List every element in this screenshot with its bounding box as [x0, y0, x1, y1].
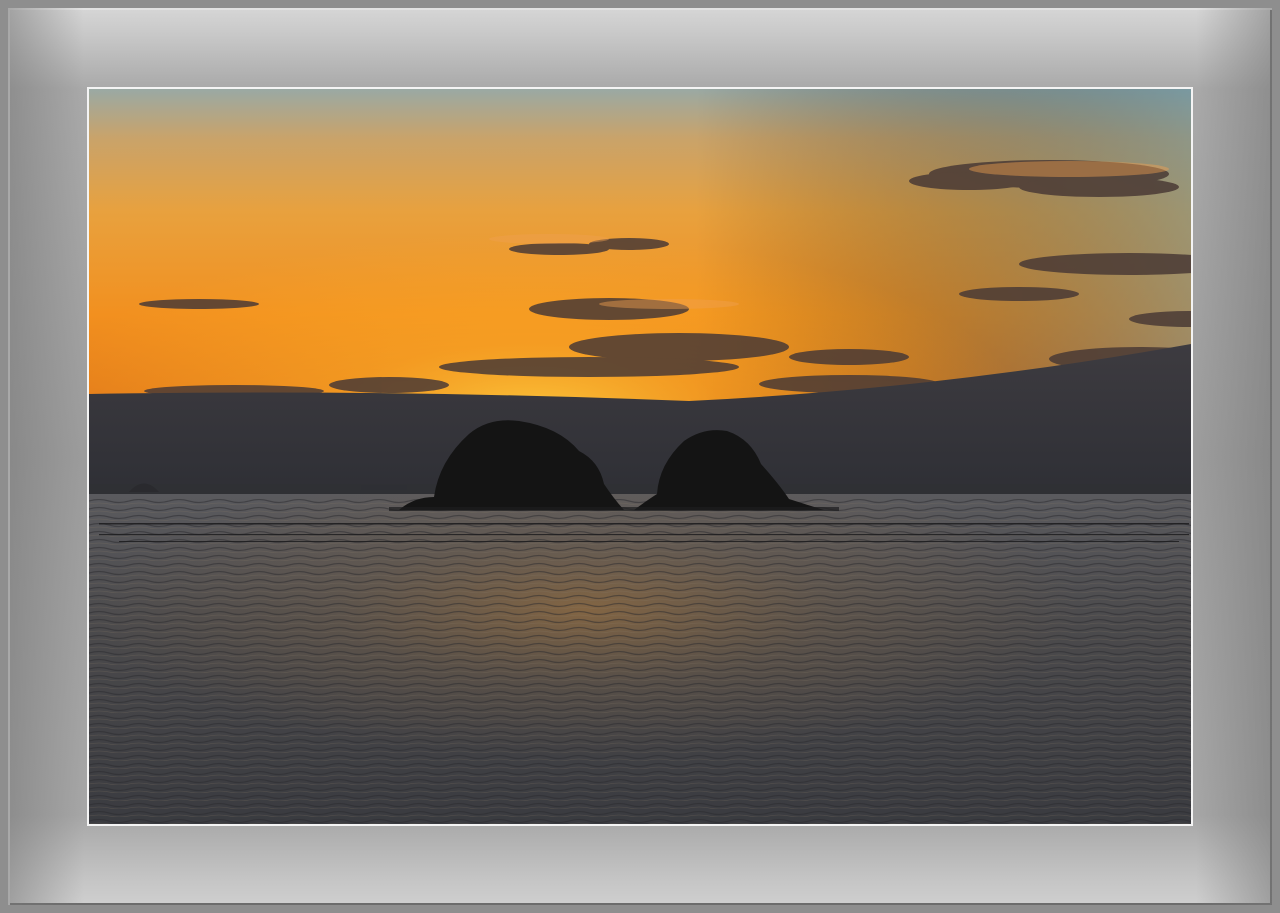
sunset-photo	[89, 89, 1191, 824]
picture-frame	[0, 0, 1280, 913]
